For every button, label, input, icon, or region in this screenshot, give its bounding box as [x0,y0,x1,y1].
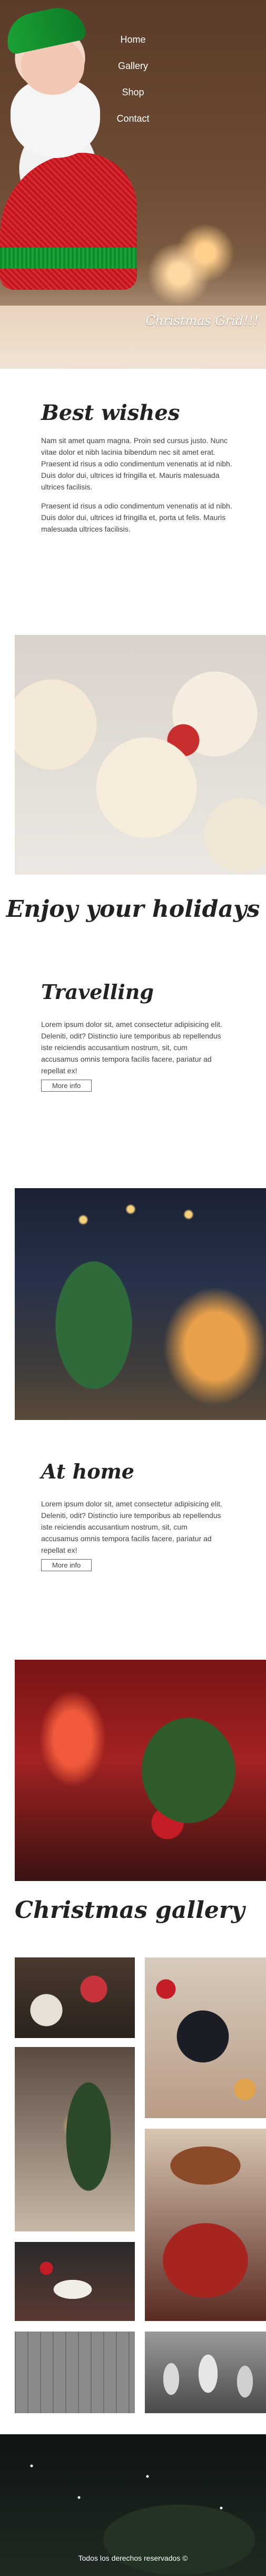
footer: Todos los derechos reservados © [0,2434,266,2576]
gallery-photo-2[interactable] [15,2047,135,2231]
nav-home[interactable]: Home [0,26,266,53]
at-home-text: Lorem ipsum dolor sit, amet consectetur … [41,1500,222,1554]
enjoy-title: Enjoy your holidays [6,896,260,923]
gallery-photo-5[interactable] [145,1957,266,2118]
nav-shop[interactable]: Shop [0,79,266,105]
at-home-more-info-button[interactable]: More info [41,1559,92,1571]
main-nav: Home Gallery Shop Contact [0,26,266,132]
gallery-photo-7[interactable] [145,2332,266,2413]
gallery-section: Christmas gallery [15,1897,266,1924]
best-wishes-section: Best wishes Nam sit amet quam magna. Pro… [41,400,241,535]
gallery-photo-6[interactable] [145,2129,266,2321]
home-tree-photo [15,1660,266,1881]
best-wishes-paragraph-2: Praesent id risus a odio condimentum ven… [41,502,232,533]
gallery-photo-1[interactable] [15,1957,135,2038]
christmas-tree-city-photo [15,1188,266,1420]
travelling-text: Lorem ipsum dolor sit, amet consectetur … [41,1020,222,1075]
travelling-more-info-button[interactable]: More info [41,1080,92,1092]
travelling-section: Travelling Lorem ipsum dolor sit, amet c… [41,980,225,1092]
santa-belt [0,248,137,269]
gallery-photo-3[interactable] [15,2242,135,2321]
best-wishes-title: Best wishes [41,400,180,425]
nav-gallery[interactable]: Gallery [0,53,266,79]
enjoy-section: Enjoy your holidays [0,896,266,923]
hero-banner: Home Gallery Shop Contact Christmas Grid… [0,0,266,369]
at-home-section: At home Lorem ipsum dolor sit, amet cons… [41,1460,225,1571]
hero-caption: Christmas Grid!!! [145,314,259,328]
santa-coat [0,153,137,290]
nav-contact[interactable]: Contact [0,105,266,132]
footer-copyright: Todos los derechos reservados © [78,2554,188,2562]
travelling-title: Travelling [41,980,154,1004]
gallery-title: Christmas gallery [15,1897,245,1924]
cookies-photo [15,635,266,875]
gallery-photo-4[interactable] [15,2332,135,2413]
best-wishes-paragraph-1: Nam sit amet quam magna. Proin sed cursu… [41,436,232,491]
at-home-title: At home [41,1460,134,1483]
